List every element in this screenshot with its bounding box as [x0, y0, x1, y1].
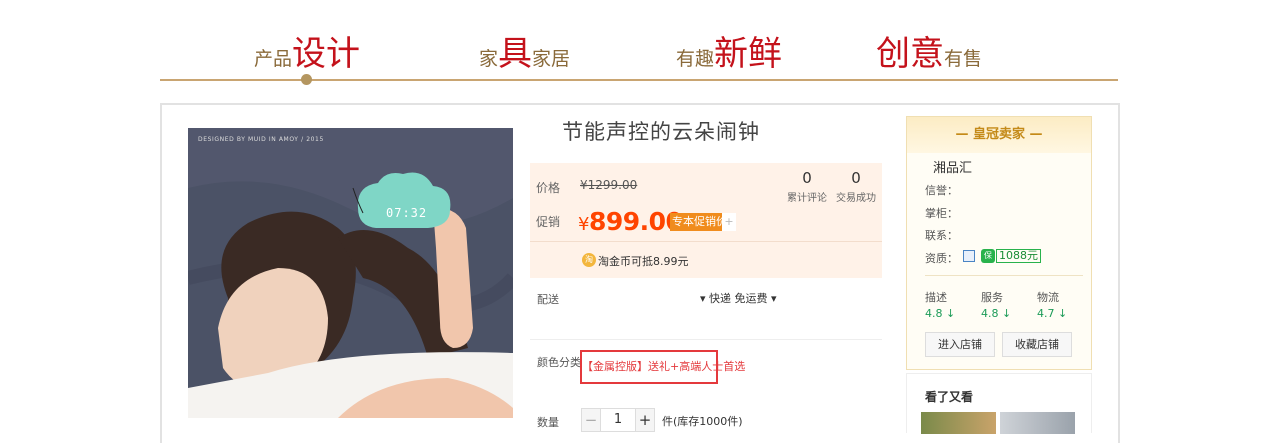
stat-label: 累计评论 [787, 193, 827, 204]
stat-deals[interactable]: 0 交易成功 [832, 169, 880, 204]
options-divider [530, 339, 882, 340]
stat-value: 0 [802, 169, 812, 187]
slogan-small: 产品 [254, 48, 293, 70]
clock-display: 07:32 [386, 206, 428, 220]
deposit-amount[interactable]: 1088元 [996, 249, 1041, 263]
score-logistics: 物流 4.7 ↓ [1037, 289, 1077, 320]
slogan-small: 家居 [532, 48, 571, 70]
also-viewed-title: 看了又看 [925, 390, 974, 404]
coin-offer-text: 淘金币可抵8.99元 [598, 255, 689, 268]
score-service: 服务 4.8 ↓ [981, 289, 1021, 320]
quantity-input[interactable]: 1 [601, 408, 635, 432]
product-title: 节能声控的云朵闹钟 [562, 120, 760, 144]
delivery-label: 配送 [537, 293, 559, 306]
score-label: 描述 [925, 291, 947, 304]
seller-level-header: — 皇冠卖家 — [907, 117, 1091, 153]
score-description: 描述 4.8 ↓ [925, 289, 965, 320]
slogan-big: 创意 [876, 34, 944, 74]
enter-shop-button[interactable]: 进入店铺 [925, 332, 995, 357]
also-viewed-thumb[interactable] [1000, 412, 1075, 434]
color-label: 颜色分类 [537, 356, 581, 369]
slogan-creative: 创意有售 [876, 26, 982, 75]
score-value: 4.7 ↓ [1037, 307, 1068, 320]
product-photo-illustration [188, 128, 513, 418]
also-viewed-panel: 看了又看 [906, 373, 1092, 434]
qualification-label: 资质： [925, 252, 958, 265]
stock-text: 件(库存1000件) [662, 415, 743, 428]
price-box: 价格 ¥1299.00 促销 ¥899.00 专本促销价 + 0 累计评论 0 … [530, 163, 882, 278]
certification-icon[interactable] [963, 250, 975, 262]
price-divider [530, 241, 882, 242]
quantity-increase-button[interactable]: + [635, 408, 655, 432]
slogan-small: 家 [479, 48, 499, 70]
stat-value: 0 [851, 169, 861, 187]
slogan-big: 设计 [292, 34, 361, 74]
score-value: 4.8 ↓ [981, 307, 1012, 320]
quantity-label: 数量 [537, 416, 559, 429]
favorite-shop-button[interactable]: 收藏店铺 [1002, 332, 1072, 357]
sku-option-selected[interactable]: 【金属控版】送礼+高端人士首选 [580, 350, 745, 384]
owner-label: 掌柜： [925, 207, 958, 220]
delivery-selector[interactable]: ▾ 快递 免运费 ▾ [700, 290, 777, 306]
stat-label: 交易成功 [836, 193, 876, 204]
slogan-big: 具 [498, 34, 533, 74]
currency-symbol: ¥ [578, 214, 589, 235]
contact-label: 联系： [925, 229, 958, 242]
price-label: 价格 [536, 181, 561, 195]
taobao-coin-icon: 淘 [582, 253, 596, 267]
photo-caption: DESIGNED BY MUID IN AMOY / 2015 [198, 136, 324, 143]
banner-dot [301, 74, 312, 85]
promo-more-button[interactable]: + [722, 213, 736, 231]
slogan-furniture: 家具家居 [479, 26, 570, 75]
original-price: ¥1299.00 [580, 178, 638, 192]
slogan-small: 有趣 [676, 48, 715, 70]
promo-price-value: 899.00 [588, 207, 683, 236]
seller-divider [925, 275, 1083, 276]
promo-tag[interactable]: 专本促销价 [670, 213, 729, 231]
slogan-fun-fresh: 有趣新鲜 [676, 26, 782, 75]
shop-name[interactable]: 湘品汇 [933, 157, 972, 176]
score-label: 服务 [981, 291, 1003, 304]
seller-panel: — 皇冠卖家 — 湘品汇 信誉： 掌柜： 联系： 资质： 保 1088元 描述 … [906, 116, 1092, 370]
slogan-small: 有售 [944, 48, 983, 70]
also-viewed-thumb[interactable] [921, 412, 996, 434]
header-banner: 产品设计 家具家居 有趣新鲜 创意有售 [0, 0, 1280, 100]
reputation-label: 信誉： [925, 184, 958, 197]
promo-label: 促销 [536, 215, 561, 229]
deposit-icon: 保 [981, 249, 995, 263]
slogan-product-design: 产品设计 [254, 26, 360, 75]
score-label: 物流 [1037, 291, 1059, 304]
quantity-decrease-button[interactable]: − [581, 408, 601, 432]
stat-reviews[interactable]: 0 累计评论 [783, 169, 831, 204]
promo-price: ¥899.00 [578, 207, 683, 236]
slogan-big: 新鲜 [714, 34, 783, 74]
score-value: 4.8 ↓ [925, 307, 956, 320]
product-photo[interactable]: DESIGNED BY MUID IN AMOY / 2015 07:32 [188, 128, 513, 418]
